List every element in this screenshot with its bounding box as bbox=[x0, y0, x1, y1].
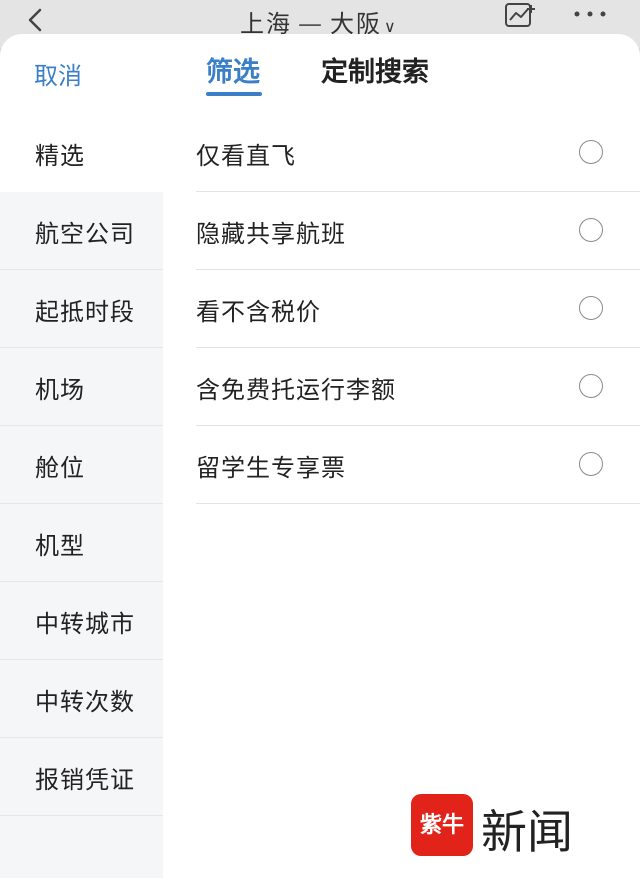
more-icon[interactable] bbox=[572, 4, 608, 24]
category-label: 机场 bbox=[35, 376, 85, 404]
sheet-header: 取消 筛选 定制搜索 bbox=[0, 34, 640, 114]
radio-button[interactable] bbox=[579, 452, 603, 476]
category-label: 中转次数 bbox=[35, 688, 135, 716]
option-list: 仅看直飞 隐藏共享航班 看不含税价 含免费托运行李额 留学生专享票 bbox=[196, 114, 640, 504]
category-item-featured[interactable]: 精选 bbox=[0, 114, 163, 192]
radio-button[interactable] bbox=[579, 218, 603, 242]
tab-custom-search[interactable]: 定制搜索 bbox=[321, 50, 429, 89]
category-item-cabin[interactable]: 舱位 bbox=[0, 426, 163, 504]
option-direct-only[interactable]: 仅看直飞 bbox=[196, 114, 640, 192]
category-item-time[interactable]: 起抵时段 bbox=[0, 270, 163, 348]
radio-button[interactable] bbox=[579, 296, 603, 320]
option-student-fare[interactable]: 留学生专享票 bbox=[196, 426, 640, 504]
category-label: 精选 bbox=[35, 142, 85, 170]
category-label: 舱位 bbox=[35, 454, 85, 482]
category-item-airport[interactable]: 机场 bbox=[0, 348, 163, 426]
filter-sheet: 取消 筛选 定制搜索 精选 航空公司 起抵时段 机场 舱位 机型 中转城市 中转… bbox=[0, 34, 640, 878]
option-label: 仅看直飞 bbox=[196, 142, 296, 170]
category-label: 报销凭证 bbox=[35, 766, 135, 794]
option-free-baggage[interactable]: 含免费托运行李额 bbox=[196, 348, 640, 426]
category-item-aircraft[interactable]: 机型 bbox=[0, 504, 163, 582]
trend-chart-icon[interactable] bbox=[504, 2, 536, 28]
radio-button[interactable] bbox=[579, 374, 603, 398]
cancel-button[interactable]: 取消 bbox=[34, 56, 82, 91]
back-icon[interactable] bbox=[24, 6, 46, 34]
category-item-airline[interactable]: 航空公司 bbox=[0, 192, 163, 270]
tab-filter[interactable]: 筛选 bbox=[206, 50, 260, 89]
watermark-text: 新闻 bbox=[481, 805, 573, 859]
category-item-transfer-city[interactable]: 中转城市 bbox=[0, 582, 163, 660]
option-hide-codeshare[interactable]: 隐藏共享航班 bbox=[196, 192, 640, 270]
option-label: 留学生专享票 bbox=[196, 454, 346, 482]
category-label: 机型 bbox=[35, 532, 85, 560]
screen: 上海 — 大阪 ∨ 取消 筛选 定制搜索 精选 航空公司 起抵时段 机场 舱位 机型 bbox=[0, 0, 640, 878]
option-price-excl-tax[interactable]: 看不含税价 bbox=[196, 270, 640, 348]
category-label: 中转城市 bbox=[35, 610, 135, 638]
watermark-badge: 紫牛 bbox=[411, 794, 473, 856]
radio-button[interactable] bbox=[579, 140, 603, 164]
option-label: 含免费托运行李额 bbox=[196, 376, 396, 404]
option-label: 隐藏共享航班 bbox=[196, 220, 346, 248]
category-item-receipt[interactable]: 报销凭证 bbox=[0, 738, 163, 816]
watermark-logo: 紫牛 新闻 bbox=[411, 794, 601, 859]
category-label: 航空公司 bbox=[35, 220, 135, 248]
category-label: 起抵时段 bbox=[35, 298, 135, 326]
category-list: 精选 航空公司 起抵时段 机场 舱位 机型 中转城市 中转次数 报销凭证 bbox=[0, 114, 163, 878]
active-tab-indicator bbox=[206, 92, 262, 96]
option-label: 看不含税价 bbox=[196, 298, 321, 326]
category-item-transfer-count[interactable]: 中转次数 bbox=[0, 660, 163, 738]
